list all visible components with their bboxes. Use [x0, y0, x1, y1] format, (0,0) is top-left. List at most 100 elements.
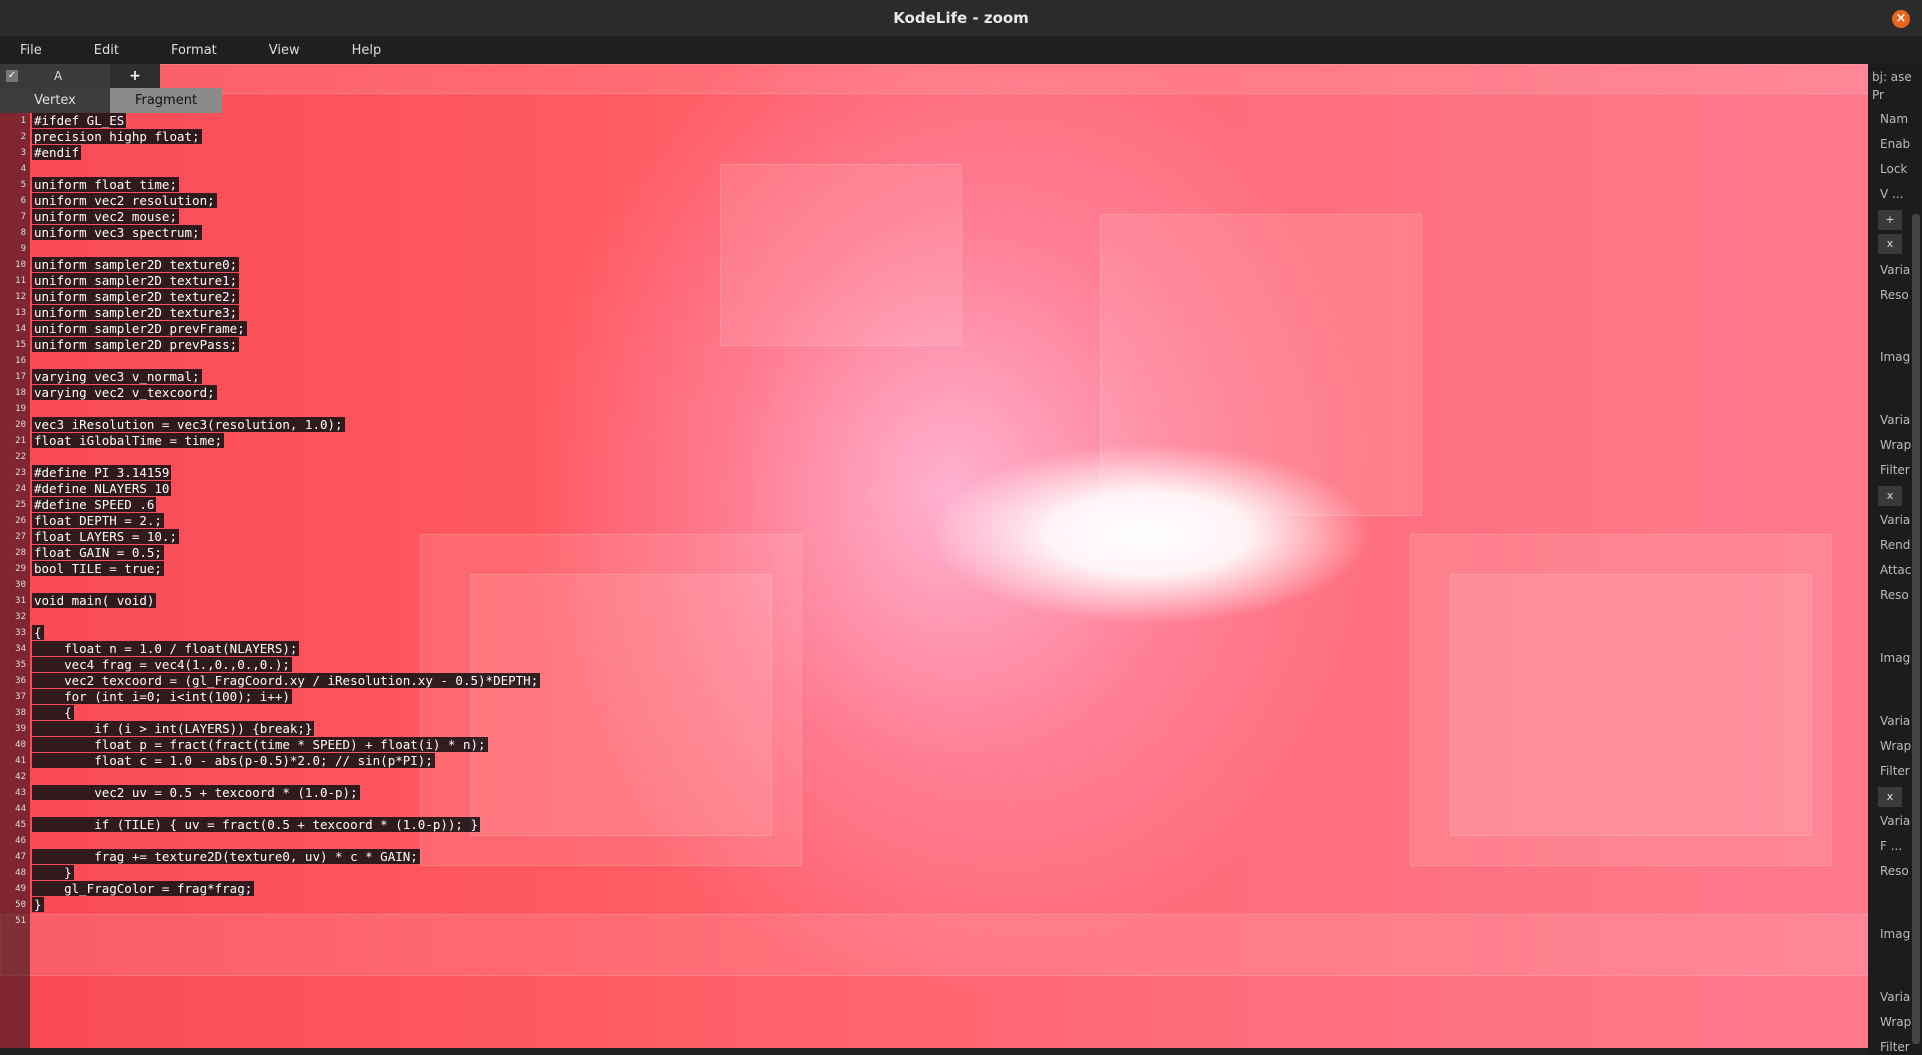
code-line[interactable]	[32, 801, 36, 817]
code-line[interactable]: {	[32, 625, 44, 641]
code-line[interactable]	[32, 609, 36, 625]
property-label: Varia	[1880, 714, 1911, 728]
code-line[interactable]: frag += texture2D(texture0, uv) * c * GA…	[32, 849, 420, 865]
line-number: 33	[15, 628, 26, 638]
code-line[interactable]: #define PI 3.14159	[32, 465, 172, 481]
code-line[interactable]: for (int i=0; i<int(100); i++)	[32, 689, 292, 705]
code-line[interactable]: if (i > int(LAYERS)) {break;}	[32, 721, 315, 737]
add-input-button[interactable]: +	[1878, 210, 1902, 230]
code-line[interactable]: float iGlobalTime = time;	[32, 433, 225, 449]
line-number: 40	[15, 740, 26, 750]
code-line[interactable]: uniform sampler2D texture2;	[32, 289, 240, 305]
code-line[interactable]	[32, 161, 36, 177]
code-line[interactable]: {	[32, 705, 74, 721]
panel-section-label[interactable]: Pr	[1872, 88, 1884, 102]
ghost-layer	[470, 574, 772, 836]
line-number: 27	[15, 532, 26, 542]
code-line[interactable]: uniform sampler2D prevPass;	[32, 337, 240, 353]
code-line[interactable]: float DEPTH = 2.;	[32, 513, 164, 529]
tab-vertex[interactable]: Vertex	[0, 88, 110, 113]
line-number: 34	[15, 644, 26, 654]
code-line[interactable]: vec3 iResolution = vec3(resolution, 1.0)…	[32, 417, 345, 433]
code-text: vec2 texcoord = (gl_FragCoord.xy / iReso…	[32, 673, 541, 688]
line-number: 46	[15, 836, 26, 846]
line-number: 32	[15, 612, 26, 622]
menu-help[interactable]: Help	[332, 43, 406, 58]
menu-file[interactable]: File	[0, 43, 66, 58]
line-number: 1	[20, 116, 26, 126]
code-line[interactable]: vec4 frag = vec4(1.,0.,0.,0.);	[32, 657, 292, 673]
code-line[interactable]	[32, 401, 36, 417]
property-label: Attac	[1880, 563, 1912, 577]
code-line[interactable]	[32, 913, 36, 929]
close-button[interactable]: ×	[1892, 10, 1910, 28]
property-label: V ...	[1880, 187, 1904, 201]
code-line[interactable]: uniform vec3 spectrum;	[32, 225, 202, 241]
remove-input-button[interactable]: x	[1878, 787, 1902, 807]
code-line[interactable]: #define SPEED .6	[32, 497, 157, 513]
code-line[interactable]: uniform sampler2D prevFrame;	[32, 321, 247, 337]
code-line[interactable]: float LAYERS = 10.;	[32, 529, 179, 545]
pass-tab-a[interactable]: ✓ A	[0, 64, 110, 88]
pass-enabled-checkbox[interactable]: ✓	[6, 70, 18, 82]
code-text: }	[32, 865, 74, 880]
menu-format[interactable]: Format	[151, 43, 241, 58]
code-line[interactable]: uniform vec2 mouse;	[32, 209, 179, 225]
code-line[interactable]: varying vec2 v_texcoord;	[32, 385, 217, 401]
code-line[interactable]	[32, 353, 36, 369]
code-line[interactable]: if (TILE) { uv = fract(0.5 + texcoord * …	[32, 817, 481, 833]
code-line[interactable]: #endif	[32, 145, 82, 161]
line-number: 31	[15, 596, 26, 606]
code-line[interactable]: uniform vec2 resolution;	[32, 193, 217, 209]
panel-scrollbar[interactable]	[1912, 214, 1920, 1044]
code-line[interactable]: void main( void)	[32, 593, 157, 609]
code-text: uniform sampler2D prevFrame;	[32, 321, 247, 336]
code-text: if (TILE) { uv = fract(0.5 + texcoord * …	[32, 817, 481, 832]
property-label: Wrap	[1880, 739, 1912, 753]
remove-input-button[interactable]: x	[1878, 486, 1902, 506]
code-line[interactable]: uniform sampler2D texture0;	[32, 257, 240, 273]
menu-view[interactable]: View	[249, 43, 324, 58]
property-label: Wrap	[1880, 1015, 1912, 1029]
code-line[interactable]: }	[32, 897, 44, 913]
code-line[interactable]: }	[32, 865, 74, 881]
code-line[interactable]: uniform float time;	[32, 177, 179, 193]
code-line[interactable]	[32, 577, 36, 593]
code-line[interactable]: float c = 1.0 - abs(p-0.5)*2.0; // sin(p…	[32, 753, 435, 769]
property-label: Varia	[1880, 263, 1911, 277]
menu-edit[interactable]: Edit	[74, 43, 143, 58]
code-line[interactable]: #define NLAYERS 10	[32, 481, 172, 497]
code-line[interactable]: vec2 uv = 0.5 + texcoord * (1.0-p);	[32, 785, 360, 801]
code-line[interactable]	[32, 769, 36, 785]
code-line[interactable]: vec2 texcoord = (gl_FragCoord.xy / iReso…	[32, 673, 541, 689]
code-line[interactable]	[32, 449, 36, 465]
code-line[interactable]: #ifdef GL_ES	[32, 113, 127, 129]
line-number: 22	[15, 452, 26, 462]
code-line[interactable]: float n = 1.0 / float(NLAYERS);	[32, 641, 300, 657]
code-line[interactable]: varying vec3 v_normal;	[32, 369, 202, 385]
code-line[interactable]: float p = fract(fract(time * SPEED) + fl…	[32, 737, 488, 753]
code-text: vec2 uv = 0.5 + texcoord * (1.0-p);	[32, 785, 360, 800]
code-line[interactable]: float GAIN = 0.5;	[32, 545, 164, 561]
code-text: float p = fract(fract(time * SPEED) + fl…	[32, 737, 488, 752]
ghost-layer	[720, 164, 962, 346]
line-number: 48	[15, 868, 26, 878]
code-text: uniform vec2 mouse;	[32, 209, 179, 224]
code-line[interactable]	[32, 241, 36, 257]
add-pass-button[interactable]: +	[110, 64, 160, 88]
remove-input-button[interactable]: x	[1878, 234, 1902, 254]
code-line[interactable]: uniform sampler2D texture3;	[32, 305, 240, 321]
code-text: float GAIN = 0.5;	[32, 545, 164, 560]
line-number: 30	[15, 580, 26, 590]
code-text: #define SPEED .6	[32, 497, 157, 512]
tab-fragment[interactable]: Fragment	[110, 88, 222, 113]
code-line[interactable]	[32, 833, 36, 849]
code-line[interactable]: precision highp float;	[32, 129, 202, 145]
code-line[interactable]: gl_FragColor = frag*frag;	[32, 881, 255, 897]
line-number: 20	[15, 420, 26, 430]
code-line[interactable]: uniform sampler2D texture1;	[32, 273, 240, 289]
code-line[interactable]: bool TILE = true;	[32, 561, 164, 577]
